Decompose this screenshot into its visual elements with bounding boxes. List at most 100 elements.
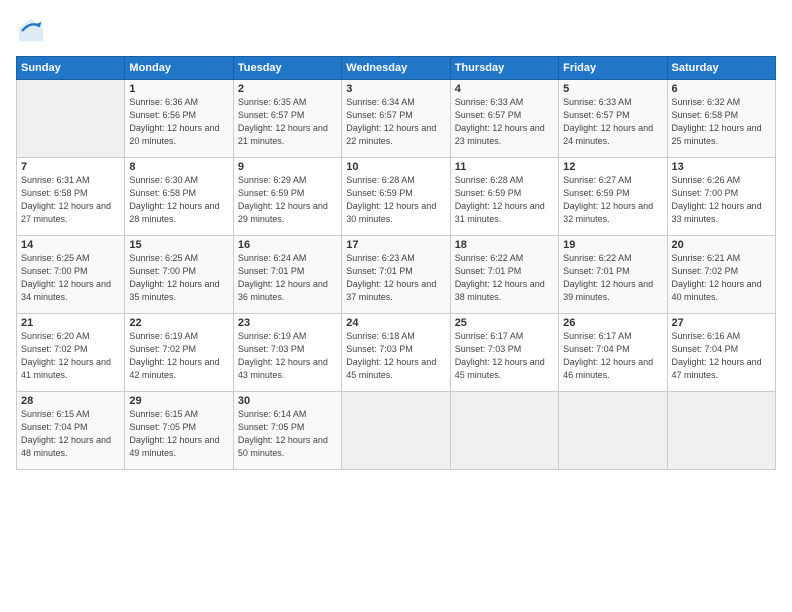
day-info: Sunrise: 6:25 AMSunset: 7:00 PMDaylight:… (129, 252, 228, 304)
day-info: Sunrise: 6:33 AMSunset: 6:57 PMDaylight:… (455, 96, 554, 148)
calendar-cell (342, 392, 450, 470)
day-number: 15 (129, 239, 228, 251)
daylight-text: Daylight: 12 hours and 25 minutes. (672, 122, 771, 148)
calendar-table: SundayMondayTuesdayWednesdayThursdayFrid… (16, 56, 776, 470)
calendar-cell: 1Sunrise: 6:36 AMSunset: 6:56 PMDaylight… (125, 80, 233, 158)
calendar-cell: 30Sunrise: 6:14 AMSunset: 7:05 PMDayligh… (233, 392, 341, 470)
day-info: Sunrise: 6:15 AMSunset: 7:05 PMDaylight:… (129, 408, 228, 460)
day-info: Sunrise: 6:27 AMSunset: 6:59 PMDaylight:… (563, 174, 662, 226)
daylight-text: Daylight: 12 hours and 33 minutes. (672, 200, 771, 226)
daylight-text: Daylight: 12 hours and 29 minutes. (238, 200, 337, 226)
calendar-week-row: 1Sunrise: 6:36 AMSunset: 6:56 PMDaylight… (17, 80, 776, 158)
daylight-text: Daylight: 12 hours and 20 minutes. (129, 122, 228, 148)
daylight-text: Daylight: 12 hours and 37 minutes. (346, 278, 445, 304)
day-number: 27 (672, 317, 771, 329)
calendar-cell: 7Sunrise: 6:31 AMSunset: 6:58 PMDaylight… (17, 158, 125, 236)
day-info: Sunrise: 6:19 AMSunset: 7:03 PMDaylight:… (238, 330, 337, 382)
sunrise-text: Sunrise: 6:19 AM (238, 330, 337, 343)
daylight-text: Daylight: 12 hours and 43 minutes. (238, 356, 337, 382)
daylight-text: Daylight: 12 hours and 22 minutes. (346, 122, 445, 148)
weekday-header: Friday (559, 57, 667, 80)
day-number: 29 (129, 395, 228, 407)
calendar-cell: 23Sunrise: 6:19 AMSunset: 7:03 PMDayligh… (233, 314, 341, 392)
sunset-text: Sunset: 6:57 PM (238, 109, 337, 122)
calendar-body: 1Sunrise: 6:36 AMSunset: 6:56 PMDaylight… (17, 80, 776, 470)
sunrise-text: Sunrise: 6:35 AM (238, 96, 337, 109)
daylight-text: Daylight: 12 hours and 39 minutes. (563, 278, 662, 304)
sunset-text: Sunset: 7:03 PM (238, 343, 337, 356)
sunrise-text: Sunrise: 6:24 AM (238, 252, 337, 265)
daylight-text: Daylight: 12 hours and 27 minutes. (21, 200, 120, 226)
daylight-text: Daylight: 12 hours and 46 minutes. (563, 356, 662, 382)
day-number: 12 (563, 161, 662, 173)
sunset-text: Sunset: 7:01 PM (455, 265, 554, 278)
calendar-week-row: 7Sunrise: 6:31 AMSunset: 6:58 PMDaylight… (17, 158, 776, 236)
day-number: 22 (129, 317, 228, 329)
sunset-text: Sunset: 7:00 PM (672, 187, 771, 200)
day-info: Sunrise: 6:24 AMSunset: 7:01 PMDaylight:… (238, 252, 337, 304)
day-number: 13 (672, 161, 771, 173)
sunset-text: Sunset: 6:59 PM (346, 187, 445, 200)
sunrise-text: Sunrise: 6:17 AM (563, 330, 662, 343)
day-number: 11 (455, 161, 554, 173)
sunrise-text: Sunrise: 6:28 AM (455, 174, 554, 187)
day-info: Sunrise: 6:32 AMSunset: 6:58 PMDaylight:… (672, 96, 771, 148)
day-info: Sunrise: 6:26 AMSunset: 7:00 PMDaylight:… (672, 174, 771, 226)
sunset-text: Sunset: 6:57 PM (455, 109, 554, 122)
sunset-text: Sunset: 7:01 PM (238, 265, 337, 278)
day-number: 7 (21, 161, 120, 173)
calendar-cell: 24Sunrise: 6:18 AMSunset: 7:03 PMDayligh… (342, 314, 450, 392)
daylight-text: Daylight: 12 hours and 21 minutes. (238, 122, 337, 148)
sunset-text: Sunset: 7:02 PM (672, 265, 771, 278)
sunset-text: Sunset: 7:05 PM (238, 421, 337, 434)
calendar-cell: 13Sunrise: 6:26 AMSunset: 7:00 PMDayligh… (667, 158, 775, 236)
calendar-cell: 10Sunrise: 6:28 AMSunset: 6:59 PMDayligh… (342, 158, 450, 236)
day-info: Sunrise: 6:17 AMSunset: 7:03 PMDaylight:… (455, 330, 554, 382)
sunset-text: Sunset: 7:01 PM (563, 265, 662, 278)
weekday-header: Tuesday (233, 57, 341, 80)
day-info: Sunrise: 6:28 AMSunset: 6:59 PMDaylight:… (455, 174, 554, 226)
day-info: Sunrise: 6:22 AMSunset: 7:01 PMDaylight:… (563, 252, 662, 304)
calendar-cell: 3Sunrise: 6:34 AMSunset: 6:57 PMDaylight… (342, 80, 450, 158)
daylight-text: Daylight: 12 hours and 32 minutes. (563, 200, 662, 226)
sunrise-text: Sunrise: 6:33 AM (563, 96, 662, 109)
calendar-cell: 8Sunrise: 6:30 AMSunset: 6:58 PMDaylight… (125, 158, 233, 236)
calendar-cell: 19Sunrise: 6:22 AMSunset: 7:01 PMDayligh… (559, 236, 667, 314)
day-info: Sunrise: 6:28 AMSunset: 6:59 PMDaylight:… (346, 174, 445, 226)
sunrise-text: Sunrise: 6:16 AM (672, 330, 771, 343)
day-number: 10 (346, 161, 445, 173)
day-number: 18 (455, 239, 554, 251)
weekday-header: Sunday (17, 57, 125, 80)
sunrise-text: Sunrise: 6:21 AM (672, 252, 771, 265)
sunrise-text: Sunrise: 6:15 AM (21, 408, 120, 421)
calendar-week-row: 14Sunrise: 6:25 AMSunset: 7:00 PMDayligh… (17, 236, 776, 314)
daylight-text: Daylight: 12 hours and 36 minutes. (238, 278, 337, 304)
day-number: 23 (238, 317, 337, 329)
day-number: 16 (238, 239, 337, 251)
sunset-text: Sunset: 7:01 PM (346, 265, 445, 278)
day-number: 20 (672, 239, 771, 251)
calendar-cell: 4Sunrise: 6:33 AMSunset: 6:57 PMDaylight… (450, 80, 558, 158)
daylight-text: Daylight: 12 hours and 23 minutes. (455, 122, 554, 148)
day-info: Sunrise: 6:33 AMSunset: 6:57 PMDaylight:… (563, 96, 662, 148)
day-info: Sunrise: 6:22 AMSunset: 7:01 PMDaylight:… (455, 252, 554, 304)
sunset-text: Sunset: 7:00 PM (129, 265, 228, 278)
sunrise-text: Sunrise: 6:19 AM (129, 330, 228, 343)
daylight-text: Daylight: 12 hours and 30 minutes. (346, 200, 445, 226)
day-info: Sunrise: 6:21 AMSunset: 7:02 PMDaylight:… (672, 252, 771, 304)
sunrise-text: Sunrise: 6:17 AM (455, 330, 554, 343)
calendar-cell: 27Sunrise: 6:16 AMSunset: 7:04 PMDayligh… (667, 314, 775, 392)
day-info: Sunrise: 6:31 AMSunset: 6:58 PMDaylight:… (21, 174, 120, 226)
day-info: Sunrise: 6:34 AMSunset: 6:57 PMDaylight:… (346, 96, 445, 148)
day-info: Sunrise: 6:18 AMSunset: 7:03 PMDaylight:… (346, 330, 445, 382)
day-number: 9 (238, 161, 337, 173)
daylight-text: Daylight: 12 hours and 24 minutes. (563, 122, 662, 148)
calendar-cell: 15Sunrise: 6:25 AMSunset: 7:00 PMDayligh… (125, 236, 233, 314)
sunset-text: Sunset: 7:04 PM (563, 343, 662, 356)
calendar-cell: 5Sunrise: 6:33 AMSunset: 6:57 PMDaylight… (559, 80, 667, 158)
sunrise-text: Sunrise: 6:22 AM (563, 252, 662, 265)
sunset-text: Sunset: 7:04 PM (672, 343, 771, 356)
sunset-text: Sunset: 6:57 PM (563, 109, 662, 122)
calendar-header: SundayMondayTuesdayWednesdayThursdayFrid… (17, 57, 776, 80)
sunrise-text: Sunrise: 6:22 AM (455, 252, 554, 265)
